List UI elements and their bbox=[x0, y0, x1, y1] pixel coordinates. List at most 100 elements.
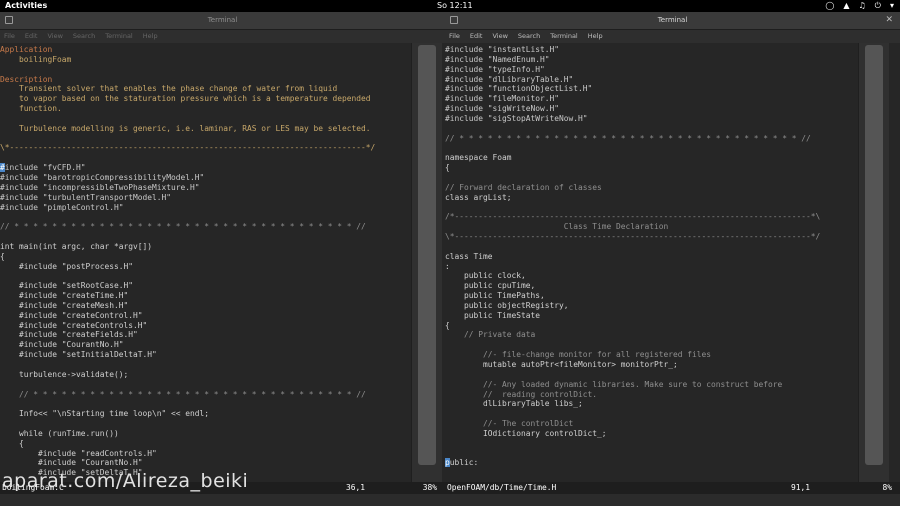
code-line: class argList; bbox=[445, 192, 512, 202]
code-line: #include "setInitialDeltaT.H" bbox=[0, 350, 157, 360]
window-title: Terminal bbox=[207, 16, 238, 24]
text-cursor: # bbox=[0, 163, 5, 173]
code-line: // * * * * * * * * * * * * * * * * * * *… bbox=[0, 389, 366, 399]
code-line: #include "createFields.H" bbox=[0, 330, 138, 340]
menu-view[interactable]: View bbox=[47, 30, 62, 43]
code-line: while (runTime.run()) bbox=[0, 428, 119, 438]
menu-view[interactable]: View bbox=[492, 30, 507, 43]
code-line: #include "createControls.H" bbox=[0, 320, 148, 330]
terminal-area[interactable]: #include "instantList.H" #include "NamedE… bbox=[445, 43, 900, 482]
code-line: Transient solver that enables the phase … bbox=[0, 84, 338, 94]
menu-terminal[interactable]: Terminal bbox=[550, 30, 577, 43]
accessibility-icon[interactable]: ◯ bbox=[825, 0, 834, 12]
menu-help[interactable]: Help bbox=[143, 30, 158, 43]
code-line: Turbulence modelling is generic, i.e. la… bbox=[0, 123, 371, 133]
menu-terminal[interactable]: Terminal bbox=[105, 30, 132, 43]
menu-help[interactable]: Help bbox=[588, 30, 603, 43]
code-line: { bbox=[0, 438, 24, 448]
power-icon[interactable]: ⏻ bbox=[875, 0, 881, 12]
code-line: // * * * * * * * * * * * * * * * * * * *… bbox=[0, 222, 366, 232]
menu-bar: File Edit View Search Terminal Help bbox=[445, 30, 900, 43]
code-line: \*--------------------------------------… bbox=[445, 232, 821, 242]
code-line: // reading controlDict. bbox=[445, 389, 598, 399]
code-line: #include "typeInfo.H" bbox=[445, 64, 545, 74]
menu-bar: File Edit View Search Terminal Help bbox=[0, 30, 445, 43]
menu-search[interactable]: Search bbox=[73, 30, 95, 43]
network-icon[interactable]: ▲ bbox=[843, 0, 849, 12]
code-line: mutable autoPtr<fileMonitor> monitorPtr_… bbox=[445, 360, 678, 369]
menu-edit[interactable]: Edit bbox=[470, 30, 483, 43]
vim-status-line: OpenFOAM/db/Time/Time.H 91,1 8% bbox=[445, 482, 900, 494]
scrollbar-thumb[interactable] bbox=[418, 45, 436, 465]
code-line: \*--------------------------------------… bbox=[0, 143, 376, 153]
watermark-text: aparat.com/Alireza_beiki bbox=[2, 470, 249, 492]
clock[interactable]: So 12:11 bbox=[437, 0, 473, 12]
scrollbar-thumb[interactable] bbox=[865, 45, 883, 465]
code-line: #include "CourantNo.H" bbox=[0, 340, 124, 350]
code-line: public cpuTime, bbox=[445, 281, 536, 291]
terminal-icon bbox=[5, 16, 13, 24]
terminal-window-left[interactable]: Terminal File Edit View Search Terminal … bbox=[0, 12, 445, 506]
code-line: { bbox=[0, 251, 5, 261]
menu-file[interactable]: File bbox=[449, 30, 460, 43]
scrollbar[interactable] bbox=[411, 43, 442, 482]
close-icon[interactable]: ✕ bbox=[885, 12, 893, 29]
code-line: #include "fileMonitor.H" bbox=[445, 94, 560, 104]
code-line: to vapor based on the staturation pressu… bbox=[0, 94, 371, 104]
code-line: // Forward declaration of classes bbox=[445, 182, 602, 192]
status-position: 91,1 bbox=[791, 483, 811, 492]
scrollbar[interactable] bbox=[858, 43, 889, 482]
code-line: // Private data bbox=[445, 330, 536, 340]
menu-edit[interactable]: Edit bbox=[25, 30, 38, 43]
terminal-area[interactable]: Application boilingFoam Description Tran… bbox=[0, 43, 445, 482]
code-line: #include "barotropicCompressibilityModel… bbox=[0, 172, 205, 182]
code-line: dlLibraryTable libs_; bbox=[445, 399, 583, 409]
volume-icon[interactable]: ♫ bbox=[858, 0, 865, 12]
code-line: public TimeState bbox=[445, 310, 541, 320]
code-line: // * * * * * * * * * * * * * * * * * * *… bbox=[445, 133, 811, 143]
code-line: #include "turbulentTransportModel.H" bbox=[0, 192, 172, 202]
menu-arrow-icon[interactable]: ▾ bbox=[890, 0, 894, 12]
code-line: int main(int argc, char *argv[]) bbox=[0, 241, 153, 251]
window-titlebar[interactable]: Terminal ✕ bbox=[445, 12, 900, 30]
code-line: public TimePaths, bbox=[445, 291, 545, 301]
terminal-window-right[interactable]: Terminal ✕ File Edit View Search Termina… bbox=[445, 12, 900, 506]
code-line: #include "functionObjectList.H" bbox=[445, 84, 593, 94]
code-view[interactable]: Application boilingFoam Description Tran… bbox=[0, 45, 410, 483]
code-line: Description bbox=[0, 74, 53, 84]
code-line: { bbox=[445, 163, 450, 173]
system-tray[interactable]: ◯ ▲ ♫ ⏻ ▾ bbox=[825, 0, 894, 12]
terminal-bottom bbox=[445, 494, 900, 506]
activities-button[interactable]: Activities bbox=[5, 0, 47, 12]
code-line: public objectRegistry, bbox=[445, 300, 569, 310]
code-line: Application bbox=[0, 45, 53, 54]
code-line: public clock, bbox=[445, 271, 526, 281]
code-line: //- file-change monitor for all register… bbox=[445, 350, 712, 360]
code-line: #include "dlLibraryTable.H" bbox=[445, 74, 574, 84]
menu-file[interactable]: File bbox=[4, 30, 15, 43]
code-line: #include "sigStopAtWriteNow.H" bbox=[445, 113, 588, 123]
window-titlebar[interactable]: Terminal bbox=[0, 12, 445, 30]
code-line: #include "instantList.H" bbox=[445, 45, 560, 54]
menu-search[interactable]: Search bbox=[518, 30, 540, 43]
code-line: //- Any loaded dynamic libraries. Make s… bbox=[445, 379, 783, 389]
code-line: public: bbox=[445, 458, 479, 468]
code-view[interactable]: #include "instantList.H" #include "NamedE… bbox=[445, 45, 857, 483]
terminal-bottom bbox=[0, 494, 445, 506]
window-title: Terminal bbox=[657, 16, 688, 24]
code-line: { bbox=[445, 320, 450, 330]
code-line: #include "setRootCase.H" bbox=[0, 281, 134, 291]
